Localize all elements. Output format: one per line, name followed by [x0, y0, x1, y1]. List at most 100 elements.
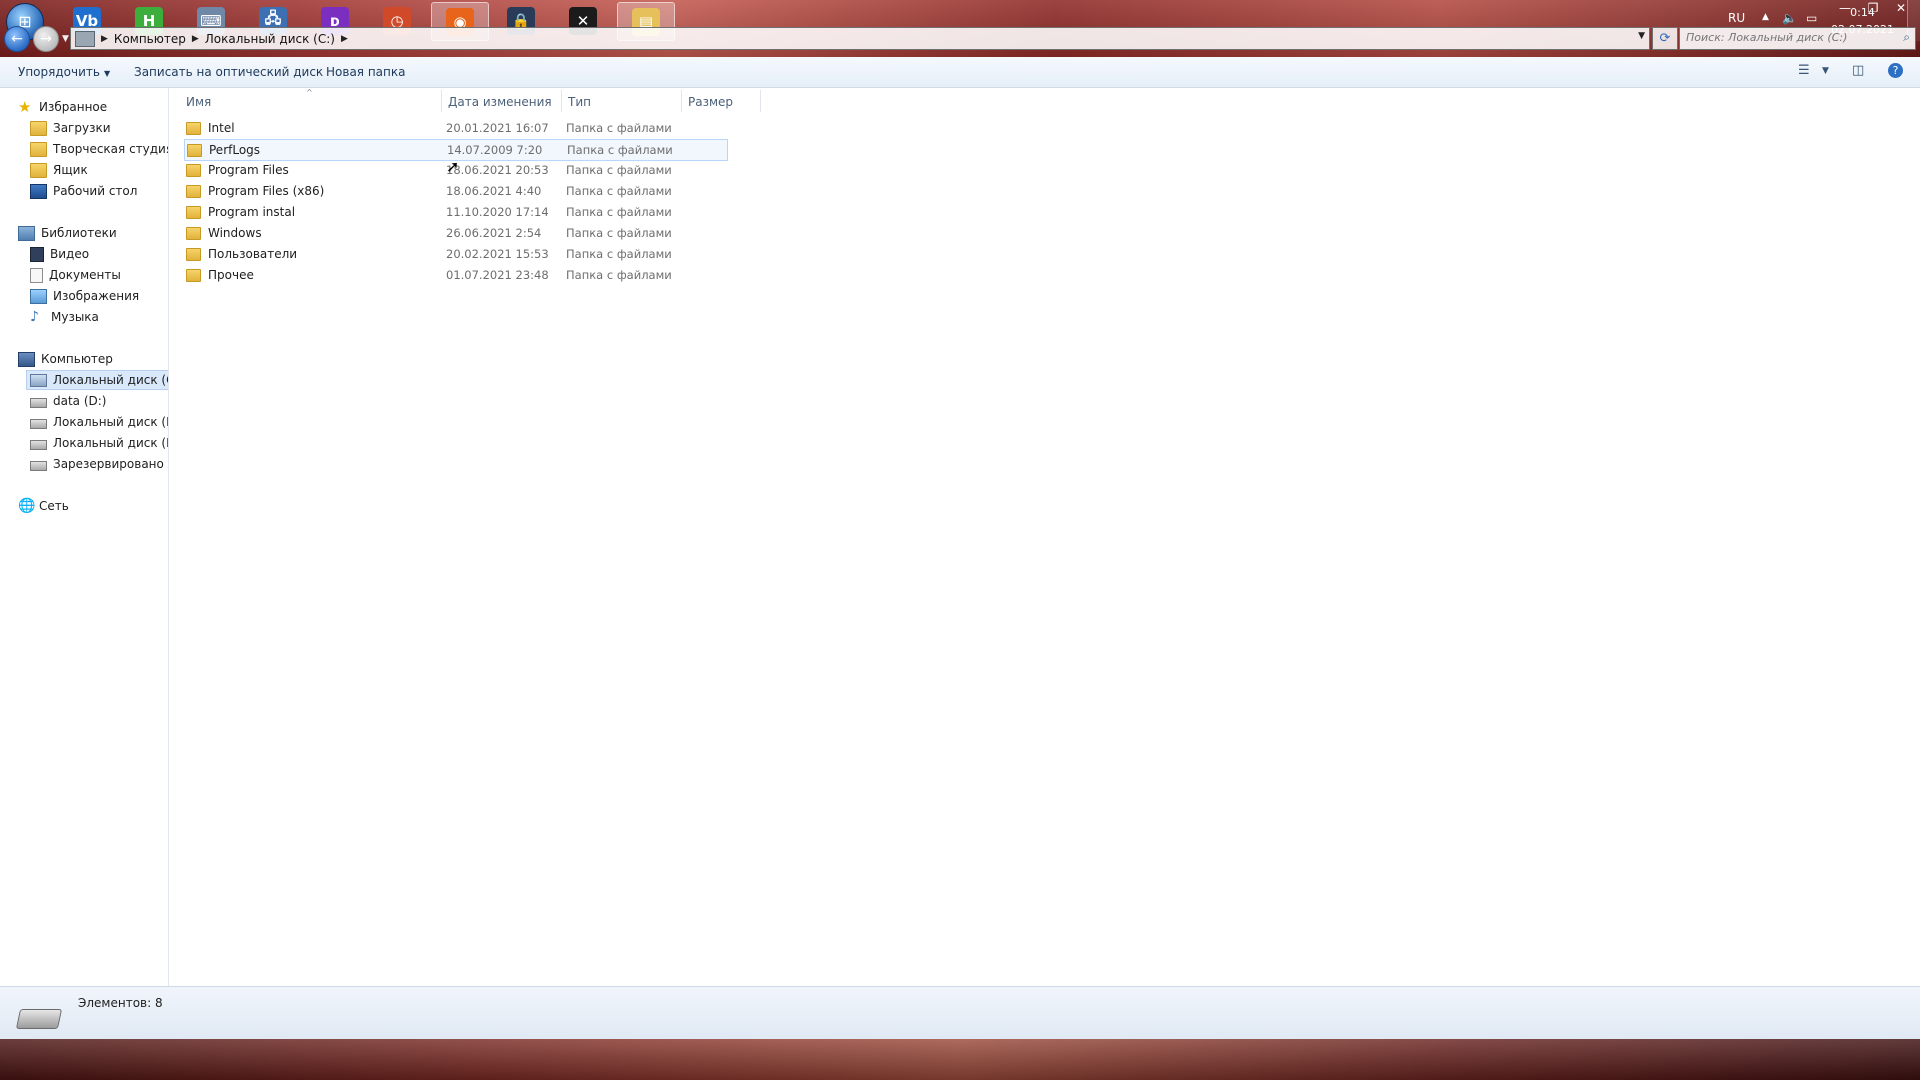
column-divider[interactable]: [561, 90, 562, 112]
column-divider[interactable]: [760, 90, 761, 112]
chevron-down-icon: ▼: [103, 69, 111, 78]
details-pane: Элементов: 8: [0, 986, 1920, 1040]
nav-item-drive-c[interactable]: Локальный диск (C:): [26, 370, 168, 390]
file-type: Папка с файлами: [566, 205, 672, 219]
nav-favorites[interactable]: ★ Избранное: [18, 98, 107, 116]
crumb-separator-icon[interactable]: ▶: [101, 34, 108, 44]
search-box[interactable]: ⌕: [1679, 27, 1916, 50]
file-date: 18.06.2021 4:40: [446, 184, 542, 198]
file-name: Program Files: [208, 163, 289, 177]
file-name: Program Files (x86): [208, 184, 325, 198]
address-dropdown-icon[interactable]: ▼: [1638, 31, 1645, 41]
crumb-separator-icon[interactable]: ▶: [192, 34, 199, 44]
crumb-separator-icon[interactable]: ▶: [341, 34, 348, 44]
file-name: Intel: [208, 121, 235, 135]
nav-item-creative-studio[interactable]: Творческая студия: [30, 140, 169, 158]
computer-icon: [18, 351, 35, 367]
file-date: 26.06.2021 2:54: [446, 226, 542, 240]
minimize-button[interactable]: —: [1832, 0, 1858, 16]
nav-label: Ящик: [53, 163, 88, 177]
file-name: Program instal: [208, 205, 296, 219]
preview-pane-icon[interactable]: ◫: [1852, 63, 1864, 78]
file-name: PerfLogs: [209, 143, 261, 157]
close-button[interactable]: ✕: [1888, 0, 1914, 16]
nav-label: Творческая студия: [53, 142, 169, 156]
folder-icon: [30, 141, 47, 157]
nav-item-documents[interactable]: Документы: [30, 266, 121, 284]
column-divider[interactable]: [441, 90, 442, 112]
recent-pages-dropdown-icon[interactable]: ▼: [62, 34, 69, 44]
documents-icon: [30, 267, 43, 283]
nav-item-desktop[interactable]: Рабочий стол: [30, 182, 137, 200]
nav-item-drive-d[interactable]: data (D:): [30, 392, 107, 410]
nav-item-drive-f[interactable]: Локальный диск (F:): [30, 434, 168, 452]
nav-item-drive-e[interactable]: Локальный диск (E:): [30, 413, 168, 431]
nav-label: Зарезервировано си: [53, 457, 168, 471]
refresh-icon: ⟳: [1659, 31, 1671, 46]
search-icon[interactable]: ⌕: [1903, 30, 1910, 45]
column-header-size[interactable]: Размер: [688, 95, 733, 109]
nav-item-music[interactable]: ♪ Музыка: [30, 308, 99, 326]
file-row[interactable]: Windows 26.06.2021 2:54 Папка с файлами: [184, 223, 726, 243]
file-date: 20.02.2021 15:53: [446, 247, 549, 261]
maximize-button[interactable]: ❐: [1860, 0, 1886, 16]
network-icon: 🌐: [18, 497, 36, 514]
breadcrumb-computer[interactable]: Компьютер: [114, 32, 186, 46]
folder-icon: [186, 226, 201, 240]
file-name: Пользователи: [208, 247, 298, 261]
drive-icon: [30, 397, 47, 408]
drive-icon: [30, 439, 47, 450]
nav-item-reserved[interactable]: Зарезервировано си: [30, 455, 168, 473]
file-type: Папка с файлами: [566, 268, 672, 282]
nav-item-downloads[interactable]: Загрузки: [30, 119, 111, 137]
nav-network[interactable]: 🌐 Сеть: [18, 497, 69, 515]
file-row[interactable]: Program Files (x86) 18.06.2021 4:40 Папк…: [184, 181, 726, 201]
view-options-dropdown-icon[interactable]: ▼: [1822, 66, 1829, 76]
file-row[interactable]: Прочее 01.07.2021 23:48 Папка с файлами: [184, 265, 726, 285]
search-input[interactable]: [1680, 28, 1892, 47]
nav-label: Музыка: [51, 310, 99, 324]
forward-button[interactable]: →: [33, 26, 59, 52]
organize-button[interactable]: Упорядочить ▼: [18, 65, 110, 79]
help-icon[interactable]: ?: [1888, 63, 1903, 78]
column-header-date[interactable]: Дата изменения: [448, 95, 552, 109]
change-view-icon[interactable]: ☰: [1798, 63, 1810, 78]
folder-icon: [187, 143, 202, 157]
folder-icon: [186, 184, 201, 198]
file-row[interactable]: Intel 20.01.2021 16:07 Папка с файлами: [184, 118, 726, 138]
file-row[interactable]: Пользователи 20.02.2021 15:53 Папка с фа…: [184, 244, 726, 264]
drive-icon: [30, 418, 47, 429]
nav-libraries[interactable]: Библиотеки: [18, 224, 117, 242]
breadcrumb-drive-c[interactable]: Локальный диск (C:): [205, 32, 335, 46]
nav-label: Локальный диск (E:): [53, 415, 168, 429]
folder-icon: [186, 163, 201, 177]
back-button[interactable]: ←: [4, 26, 30, 52]
nav-label: Загрузки: [53, 121, 111, 135]
column-divider[interactable]: [681, 90, 682, 112]
sort-ascending-icon: ^: [306, 88, 313, 97]
file-date: 01.07.2021 23:48: [446, 268, 549, 282]
column-header-name[interactable]: Имя: [186, 95, 211, 109]
downloads-folder-icon: [30, 120, 47, 136]
system-drive-icon: [30, 373, 47, 387]
file-type: Папка с файлами: [566, 226, 672, 240]
column-header-type[interactable]: Тип: [568, 95, 591, 109]
star-icon: ★: [18, 97, 32, 116]
refresh-button[interactable]: ⟳: [1652, 27, 1678, 50]
mouse-cursor-icon: ➚: [446, 157, 460, 176]
file-type: Папка с файлами: [566, 163, 672, 177]
nav-item-video[interactable]: Видео: [30, 245, 89, 263]
nav-item-box[interactable]: Ящик: [30, 161, 88, 179]
nav-computer[interactable]: Компьютер: [18, 350, 113, 368]
address-bar[interactable]: ▶ Компьютер ▶ Локальный диск (C:) ▶ ▼: [70, 27, 1650, 50]
burn-disc-button[interactable]: Записать на оптический диск: [134, 65, 323, 79]
nav-label: Компьютер: [41, 352, 113, 366]
file-row[interactable]: Program instal 11.10.2020 17:14 Папка с …: [184, 202, 726, 222]
nav-label: Рабочий стол: [53, 184, 138, 198]
file-date: 20.01.2021 16:07: [446, 121, 549, 135]
video-icon: [30, 246, 44, 262]
file-date: 11.10.2020 17:14: [446, 205, 549, 219]
nav-item-images[interactable]: Изображения: [30, 287, 139, 305]
new-folder-button[interactable]: Новая папка: [326, 65, 405, 79]
file-type: Папка с файлами: [566, 121, 672, 135]
